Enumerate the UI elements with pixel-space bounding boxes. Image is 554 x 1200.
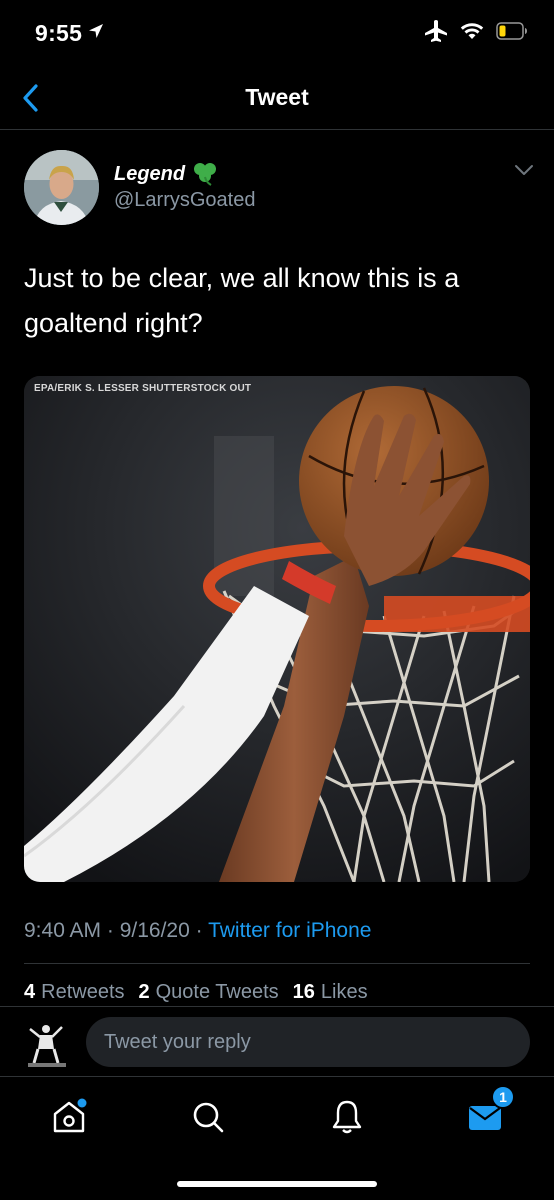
user-avatar[interactable]: [22, 1019, 72, 1069]
status-time: 9:55: [35, 20, 83, 46]
home-indicator: [177, 1181, 377, 1187]
wifi-icon: [460, 23, 484, 39]
tab-search[interactable]: [186, 1095, 230, 1139]
display-name-text: Legend: [114, 162, 186, 185]
home-icon: [53, 1098, 87, 1133]
tweet-meta: 9:40 AM · 9/16/20 · Twitter for iPhone: [24, 919, 371, 943]
likes-stat[interactable]: 16 Likes: [293, 981, 368, 1004]
author-avatar[interactable]: [24, 150, 99, 225]
airplane-icon: [425, 20, 447, 42]
tweet-media[interactable]: EPA/ERIK S. LESSER SHUTTERSTOCK OUT: [24, 376, 530, 882]
tab-home[interactable]: [47, 1095, 91, 1139]
clover-icon: [194, 163, 217, 186]
reply-bar: [0, 1006, 554, 1076]
basketball-photo: [24, 376, 530, 882]
search-icon: [193, 1102, 224, 1133]
tweet-stats: 4 Retweets 2 Quote Tweets 16 Likes: [24, 981, 368, 1004]
nav-bar: Tweet: [0, 66, 554, 130]
retweets-label: Retweets: [41, 981, 125, 1003]
tweet-source-link[interactable]: Twitter for iPhone: [208, 919, 371, 942]
quote-tweets-count: 2: [138, 981, 150, 1003]
reply-input[interactable]: [86, 1017, 530, 1067]
retweets-stat[interactable]: 4 Retweets: [24, 981, 125, 1004]
battery-icon: [496, 22, 527, 40]
quote-tweets-stat[interactable]: 2 Quote Tweets: [139, 981, 279, 1004]
tab-messages[interactable]: 1: [463, 1085, 515, 1139]
likes-label: Likes: [320, 981, 368, 1003]
page-title: Tweet: [245, 84, 309, 110]
tab-notifications[interactable]: [325, 1095, 369, 1139]
author-handle[interactable]: @LarrysGoated: [114, 189, 255, 212]
divider: [24, 963, 530, 964]
likes-count: 16: [292, 981, 315, 1003]
chevron-down-icon[interactable]: [514, 164, 534, 176]
retweets-count: 4: [24, 981, 36, 1003]
tweet-text: Just to be clear, we all know this is a …: [24, 263, 460, 338]
messages-badge: 1: [491, 1085, 515, 1109]
bell-icon: [332, 1100, 362, 1134]
status-bar: 9:55: [0, 0, 554, 66]
media-credit: EPA/ERIK S. LESSER SHUTTERSTOCK OUT: [34, 383, 252, 394]
quote-tweets-label: Quote Tweets: [155, 981, 279, 1003]
tweet-timestamp: 9:40 AM · 9/16/20 ·: [24, 919, 209, 942]
location-arrow-icon: [89, 24, 103, 38]
author-name[interactable]: Legend: [114, 162, 219, 186]
